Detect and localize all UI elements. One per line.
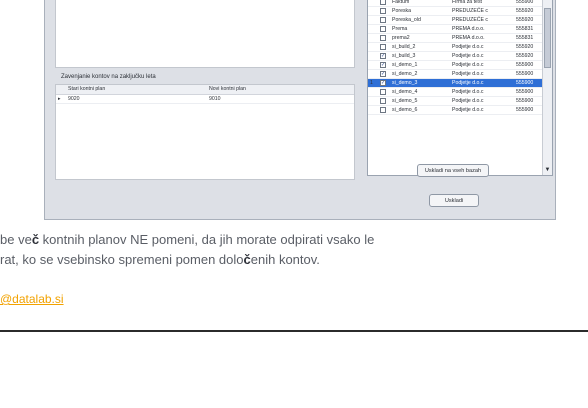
checkbox-icon[interactable] (380, 8, 386, 14)
embedded-screenshot: Zavenjanie kontov na zaključku leta Star… (44, 0, 556, 220)
checkbox-icon[interactable] (380, 107, 386, 113)
db-code-cell: 555920 (516, 44, 534, 50)
db-code-cell: 555900 (516, 89, 534, 95)
checkbox-icon[interactable] (380, 98, 386, 104)
db-firm-cell: Podjetje d.o.c (452, 98, 484, 104)
db-firm-cell: Podjetje d.o.c (452, 53, 484, 59)
list-item[interactable]: ✓ si_demo_2 Podjetje d.o.c 555900 (368, 70, 542, 79)
text: rat, ko se vsebinsko spremeni pomen dolo (0, 252, 244, 267)
db-name-cell: si_demo_1 (392, 62, 418, 68)
checkbox-icon[interactable] (380, 35, 386, 41)
db-firm-cell: Podjetje d.o.c (452, 62, 484, 68)
db-name-cell: si_demo_4 (392, 89, 418, 95)
left-panel: Zavenjanie kontov na zaključku leta Star… (55, 0, 355, 195)
list-scrollbar[interactable]: ▼ (542, 0, 552, 175)
db-name-cell: Prema (392, 26, 408, 32)
db-code-cell: 555831 (516, 35, 534, 41)
db-name-cell: prema2 (392, 35, 410, 41)
checkbox-checked-icon[interactable]: ✓ (380, 71, 386, 77)
db-firm-cell: PREDUZEĆE c (452, 17, 489, 23)
paragraph: be več kontnih planov NE pomeni, da jih … (0, 230, 588, 270)
list-item[interactable]: Poreska_old PREDUZEĆE c 555920 (368, 16, 542, 25)
db-firm-cell: PREDUZEĆE c (452, 8, 489, 14)
checkbox-icon[interactable] (380, 0, 386, 5)
db-firm-cell: Podjetje d.o.c (452, 71, 484, 77)
checkbox-checked-icon[interactable]: ✓ (380, 80, 386, 86)
checkbox-icon[interactable] (380, 26, 386, 32)
new-plan-cell[interactable]: 9010 (205, 95, 354, 103)
text: be ve (0, 232, 32, 247)
text-bold: č (243, 252, 251, 267)
db-firm-cell: Podjetje d.o.c (452, 80, 484, 86)
row-marker: 1 (370, 80, 373, 86)
db-code-cell: 555900 (516, 71, 534, 77)
db-name-cell: Poreska (392, 8, 412, 14)
list-item[interactable]: si_demo_6 Podjetje d.o.c 555900 (368, 106, 542, 115)
section-title: Zavenjanie kontov na zaključku leta (61, 74, 156, 80)
database-list: Faktum Firma za test 555900 Poreska PREDUZEĆ… (367, 0, 553, 176)
db-name-cell: si_build_3 (392, 53, 416, 59)
email-link[interactable]: @datalab.si (0, 292, 64, 306)
db-firm-cell: Podjetje d.o.c (452, 89, 484, 95)
scroll-down-icon[interactable]: ▼ (543, 166, 552, 174)
list-item[interactable]: ✓ si_build_3 Podjetje d.o.c 555920 (368, 52, 542, 61)
db-code-cell: 555920 (516, 53, 534, 59)
db-name-cell: si_demo_5 (392, 98, 418, 104)
list-item[interactable]: 1 ✓ si_demo_3 Podjetje d.o.c 555900 (368, 79, 542, 88)
list-item[interactable]: si_demo_4 Podjetje d.o.c 555900 (368, 88, 542, 97)
save-button[interactable]: Uskladi (429, 194, 479, 207)
db-code-cell: 555900 (516, 0, 534, 5)
db-code-cell: 555900 (516, 80, 534, 86)
old-plan-cell[interactable]: 9020 (56, 95, 205, 103)
db-code-cell: 555831 (516, 26, 534, 32)
text: enih kontov. (250, 252, 320, 267)
header-old-plan[interactable]: Stari kontni plan (56, 85, 205, 94)
list-item[interactable]: Poreska PREDUZEĆE c 555920 (368, 7, 542, 16)
db-firm-cell: Podjetje d.o.c (452, 107, 484, 113)
checkbox-icon[interactable] (380, 44, 386, 50)
db-code-cell: 555900 (516, 62, 534, 68)
db-name-cell: si_demo_3 (392, 80, 418, 86)
db-firm-cell: Podjetje d.o.c (452, 44, 484, 50)
db-code-cell: 555900 (516, 98, 534, 104)
table-row[interactable]: ▸ 9020 9010 (56, 95, 354, 104)
empty-panel (55, 0, 355, 68)
row-indicator-icon: ▸ (58, 96, 61, 102)
account-mapping-table: Stari kontni plan Novi kontni plan ▸ 902… (55, 84, 355, 180)
checkbox-icon[interactable] (380, 89, 386, 95)
paragraph-line-2: rat, ko se vsebinsko spremeni pomen dolo… (0, 250, 588, 270)
save-all-databases-button[interactable]: Uskladi na vseh bazah (417, 164, 489, 177)
db-name-cell: si_demo_2 (392, 71, 418, 77)
list-item[interactable]: si_demo_5 Podjetje d.o.c 555900 (368, 97, 542, 106)
db-name-cell: Poreska_old (392, 17, 421, 23)
checkbox-checked-icon[interactable]: ✓ (380, 62, 386, 68)
list-item[interactable]: ✓ si_demo_1 Podjetje d.o.c 555900 (368, 61, 542, 70)
text: kontnih planov NE pomeni, da jih morate … (39, 232, 375, 247)
checkbox-icon[interactable] (380, 17, 386, 23)
db-name-cell: si_build_2 (392, 44, 416, 50)
db-name-cell: si_demo_6 (392, 107, 418, 113)
list-item[interactable]: prema2 PREMA d.o.o. 555831 (368, 34, 542, 43)
checkbox-checked-icon[interactable]: ✓ (380, 53, 386, 59)
header-new-plan[interactable]: Novi kontni plan (205, 85, 354, 94)
table-header: Stari kontni plan Novi kontni plan (56, 85, 354, 95)
db-firm-cell: PREMA d.o.o. (452, 26, 485, 32)
db-code-cell: 555920 (516, 17, 534, 23)
db-name-cell: Faktum (392, 0, 410, 5)
paragraph-line-1: be več kontnih planov NE pomeni, da jih … (0, 230, 588, 250)
divider (0, 330, 588, 332)
text-bold: č (31, 232, 40, 247)
scroll-thumb[interactable] (544, 8, 551, 68)
db-firm-cell: PREMA d.o.o. (452, 35, 485, 41)
db-code-cell: 555900 (516, 107, 534, 113)
db-firm-cell: Firma za test (452, 0, 482, 5)
db-code-cell: 555920 (516, 8, 534, 14)
list-item[interactable]: Prema PREMA d.o.o. 555831 (368, 25, 542, 34)
list-item[interactable]: si_build_2 Podjetje d.o.c 555920 (368, 43, 542, 52)
list-item[interactable]: Faktum Firma za test 555900 (368, 0, 542, 7)
